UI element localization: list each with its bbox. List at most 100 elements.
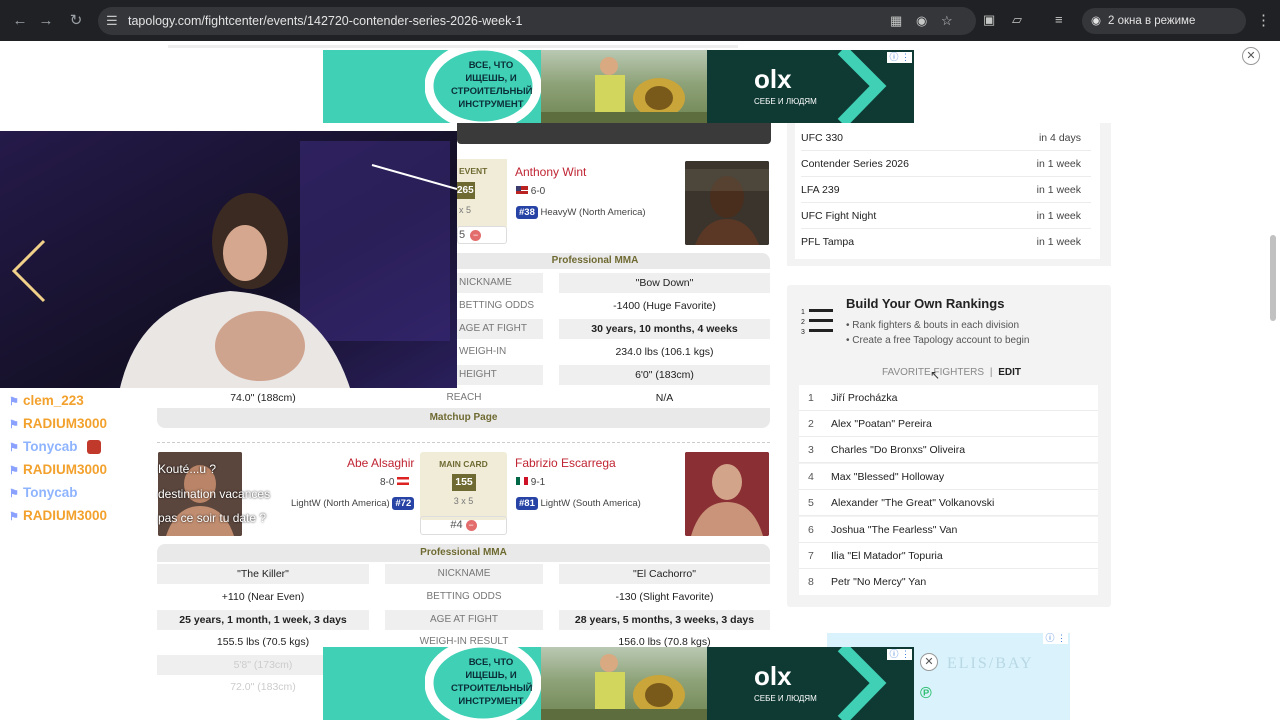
tab-edit[interactable]: EDIT (998, 367, 1021, 378)
bottom-ad-banner[interactable]: ВСЕ, ЧТО ИЩЕШЬ, И СТРОИТЕЛЬНЫЙ ИНСТРУМЕН… (323, 647, 914, 720)
olx-logo: olx (754, 661, 792, 691)
bout2-left-name[interactable]: Abe Alsaghir (347, 456, 414, 470)
bout1-right-rank[interactable]: #38 (516, 206, 538, 219)
forward-icon[interactable]: → (36, 11, 56, 31)
ad-tagline: СЕБЕ И ЛЮДЯМ (754, 694, 817, 703)
bout2-right-name[interactable]: Fabrizio Escarrega (515, 456, 616, 470)
chat-badge-icon: ⚑ (9, 488, 19, 500)
lebanon-flag-icon (397, 477, 410, 485)
ad-info-icon[interactable]: ⓘ ⋮ (1043, 633, 1068, 644)
bout1-right-weigh-in: 234.0 lbs (106.1 kgs) (559, 342, 770, 362)
bout2-right-division[interactable]: LightW (South America) (541, 498, 641, 509)
rankings-bullet: • Rank fighters & bouts in each division (846, 320, 1020, 331)
translate-icon[interactable]: ▦ (890, 13, 902, 29)
bout1-right-division-row: #38 HeavyW (North America) (516, 206, 646, 219)
bout1-section-header: Professional MMA (420, 253, 770, 269)
ad-photo (541, 50, 707, 123)
bout1-right-nickname: "Bow Down" (559, 273, 770, 293)
chat-username: Tonycab (23, 439, 78, 454)
minus-icon[interactable]: − (470, 230, 482, 241)
bout2-left-rank[interactable]: #72 (392, 497, 415, 510)
ad-text: ВСЕ, ЧТО ИЩЕШЬ, И СТРОИТЕЛЬНЫЙ ИНСТРУМЕН… (451, 60, 533, 110)
reading-list-icon[interactable]: ≡ (1055, 12, 1063, 27)
chat-message-text: pas ce soir tu date ? (158, 511, 267, 525)
ranking-row[interactable]: 2 Alex "Poatan" Pereira (799, 411, 1098, 437)
bout2-right-odds: -130 (Slight Favorite) (559, 587, 770, 607)
stream-video-overlay (0, 131, 457, 388)
ranking-row[interactable]: 1 Jiří Procházka (799, 385, 1098, 411)
usa-flag-icon (516, 186, 528, 194)
minus-icon[interactable]: − (465, 520, 477, 531)
ranking-row[interactable]: 4 Max "Blessed" Holloway (799, 464, 1098, 490)
bout2-left-odds: +110 (Near Even) (157, 587, 369, 607)
bout2-left-division[interactable]: LightW (North America) (291, 498, 390, 509)
menu-icon[interactable]: ⋮ (1256, 11, 1271, 29)
reload-icon[interactable]: ↻ (66, 11, 86, 31)
event-row[interactable]: UFC 330 in 4 days (801, 125, 1091, 151)
bout1-matchup-link[interactable]: Matchup Page (157, 408, 770, 428)
mouse-cursor-icon: ↖ (930, 368, 941, 382)
bout1-right-name[interactable]: Anthony Wint (515, 165, 586, 179)
card-header-bar (457, 123, 771, 144)
event-row[interactable]: LFA 239 in 1 week (801, 177, 1091, 203)
chat-badge-icon: ⚑ (9, 442, 19, 454)
ranking-row[interactable]: 6 Joshua "The Fearless" Van (799, 517, 1098, 543)
mexico-flag-icon (516, 477, 528, 485)
chat-message: ⚑ Tonycab (9, 436, 102, 458)
bout2-left-nickname: "The Killer" (157, 564, 369, 584)
bout1-label-odds: BETTING ODDS (457, 296, 543, 316)
bout2-right-age: 28 years, 5 months, 3 weeks, 3 days (559, 610, 770, 630)
bout2-rounds: 3 x 5 (453, 496, 474, 506)
close-ad-icon[interactable]: ✕ (920, 653, 938, 671)
svg-text:1: 1 (801, 309, 805, 316)
back-icon[interactable]: ← (10, 11, 30, 31)
event-row[interactable]: Contender Series 2026 in 1 week (801, 151, 1091, 177)
incognito-badge[interactable]: ◉ 2 окна в режиме инкогнито (1082, 8, 1246, 53)
svg-text:2: 2 (801, 319, 805, 326)
scrollbar-thumb[interactable] (1270, 235, 1276, 321)
ad-tagline: СЕБЕ И ЛЮДЯМ (754, 97, 817, 106)
chat-username: RADIUM3000 (23, 416, 108, 431)
event-row[interactable]: PFL Tampa in 1 week (801, 229, 1091, 255)
chat-badge-icon: ⚑ (9, 465, 19, 477)
ad-info-icon[interactable]: ⓘ ⋮ (887, 52, 912, 63)
ad-info-icon[interactable]: ⓘ ⋮ (887, 649, 912, 660)
bout2-label-nickname: NICKNAME (385, 564, 543, 584)
divider (157, 442, 770, 443)
ranking-row[interactable]: 7 Ilia "El Matador" Topuria (799, 543, 1098, 569)
top-ad-banner[interactable]: ВСЕ, ЧТО ИЩЕШЬ, И СТРОИТЕЛЬНЫЙ ИНСТРУМЕН… (323, 50, 914, 123)
ranking-row[interactable]: 8 Petr "No Mercy" Yan (799, 569, 1098, 595)
bout1-label-nickname: NICKNAME (457, 273, 543, 293)
puzzle-icon[interactable]: ▱ (1012, 12, 1022, 28)
bout1-right-division[interactable]: HeavyW (North America) (541, 207, 646, 218)
ranking-row[interactable]: 3 Charles "Do Bronxs" Oliveira (799, 437, 1098, 463)
bout2-weight: 155 (452, 474, 476, 491)
chat-username: clem_223 (23, 393, 84, 408)
bout1-rounds: x 5 (459, 205, 472, 215)
event-row[interactable]: UFC Fight Night in 1 week (801, 203, 1091, 229)
chat-message: ⚑ Tonycab (9, 482, 78, 504)
extension-icon[interactable]: ▣ (983, 12, 995, 28)
fighter-photo-anthony-wint[interactable] (685, 161, 769, 245)
bout2-right-rank[interactable]: #81 (516, 497, 538, 510)
close-ad-icon[interactable]: ✕ (1242, 47, 1260, 65)
rankings-title[interactable]: Build Your Own Rankings (846, 296, 1004, 311)
incognito-icon: ◉ (1091, 15, 1102, 27)
bout1-left-reach: 74.0" (188cm) (157, 388, 369, 408)
bout1-label-height: HEIGHT (457, 365, 543, 385)
bout2-left-age: 25 years, 1 month, 1 week, 3 days (157, 610, 369, 630)
bout1-right-reach: N/A (559, 388, 770, 408)
bout1-label-reach: REACH (385, 388, 543, 408)
ranking-row[interactable]: 5 Alexander "The Great" Volkanovski (799, 490, 1098, 516)
fighter-photo-fabrizio-escarrega[interactable] (685, 452, 769, 536)
address-bar[interactable]: ☰ tapology.com/fightcenter/events/142720… (98, 7, 976, 35)
chat-message-text: destination vacances (158, 487, 271, 501)
eye-off-icon[interactable]: ◉ (916, 13, 927, 29)
bout2-right-record-row: 9-1 (516, 477, 545, 488)
bout2-bout-number: #4 − (420, 516, 507, 535)
url-text[interactable]: tapology.com/fightcenter/events/142720-c… (128, 14, 522, 28)
site-info-icon[interactable]: ☰ (106, 13, 118, 29)
bout2-left-division-row: LightW (North America) #72 (291, 497, 415, 510)
bookmark-star-icon[interactable]: ☆ (941, 13, 953, 29)
bout2-label-age: AGE AT FIGHT (385, 610, 543, 630)
